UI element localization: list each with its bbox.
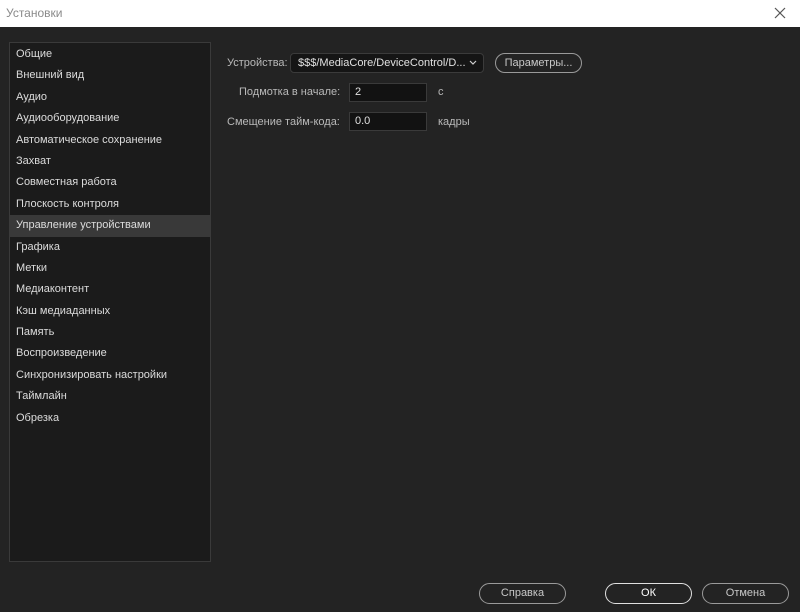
sidebar-item[interactable]: Воспроизведение: [10, 343, 210, 364]
sidebar-item[interactable]: Обрезка: [10, 408, 210, 429]
sidebar-item[interactable]: Таймлайн: [10, 386, 210, 407]
devices-select[interactable]: $$$/MediaCore/DeviceControl/D...: [290, 53, 484, 73]
preroll-input[interactable]: 2: [349, 83, 427, 102]
sidebar-item[interactable]: Медиаконтент: [10, 279, 210, 300]
preferences-dialog: Установки Общие Внешний вид Аудио Аудиообор…: [0, 0, 800, 612]
sidebar-item[interactable]: Метки: [10, 258, 210, 279]
preroll-label: Подмотка в начале:: [239, 86, 341, 98]
preroll-unit: с: [438, 86, 444, 98]
title-bar: Установки: [0, 0, 800, 27]
sidebar-item[interactable]: Совместная работа: [10, 172, 210, 193]
devices-label: Устройства:: [227, 57, 288, 69]
timecode-offset-label: Смещение тайм-кода:: [227, 116, 340, 128]
device-control-panel: Устройства: $$$/MediaCore/DeviceControl/…: [211, 42, 800, 562]
sidebar-item[interactable]: Кэш медиаданных: [10, 301, 210, 322]
sidebar-item[interactable]: Автоматическое сохранение: [10, 130, 210, 151]
sidebar-item[interactable]: Плоскость контроля: [10, 194, 210, 215]
close-icon[interactable]: [770, 3, 790, 23]
sidebar-item[interactable]: Память: [10, 322, 210, 343]
sidebar-item[interactable]: Захват: [10, 151, 210, 172]
sidebar-item[interactable]: Аудиооборудование: [10, 108, 210, 129]
sidebar-item[interactable]: Общие: [10, 44, 210, 65]
sidebar-item[interactable]: Управление устройствами: [10, 215, 210, 237]
sidebar-item[interactable]: Аудио: [10, 87, 210, 108]
window-title: Установки: [6, 6, 63, 20]
help-button[interactable]: Справка: [479, 583, 566, 604]
ok-button[interactable]: ОК: [605, 583, 692, 604]
sidebar-item[interactable]: Внешний вид: [10, 65, 210, 86]
sidebar-item[interactable]: Графика: [10, 237, 210, 258]
chevron-down-icon: [468, 57, 478, 75]
timecode-offset-input[interactable]: 0.0: [349, 112, 427, 131]
cancel-button[interactable]: Отмена: [702, 583, 789, 604]
sidebar-item[interactable]: Синхронизировать настройки: [10, 365, 210, 386]
devices-select-value: $$$/MediaCore/DeviceControl/D...: [298, 57, 466, 69]
device-parameters-button[interactable]: Параметры...: [495, 53, 582, 73]
preferences-category-list: Общие Внешний вид Аудио Аудиооборудование Ав…: [9, 42, 211, 562]
timecode-offset-unit: кадры: [438, 116, 470, 128]
